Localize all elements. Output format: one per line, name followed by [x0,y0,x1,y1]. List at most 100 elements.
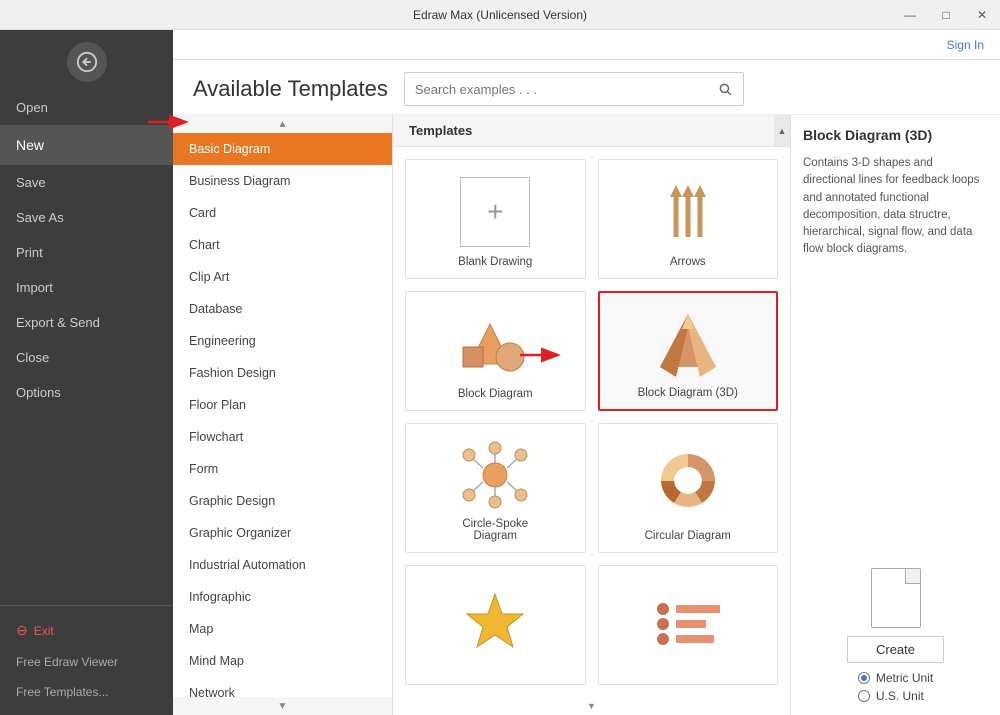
category-item-infographic[interactable]: Infographic [173,581,392,613]
app-container: Open New Save Save As Print Import Expor… [0,30,1000,715]
blank-drawing-icon: + [460,176,530,248]
star-icon [455,582,535,666]
category-item-mindmap[interactable]: Mind Map [173,645,392,677]
content-header: Available Templates [173,60,1000,115]
category-item-database[interactable]: Database [173,293,392,325]
metric-label: Metric Unit [876,671,933,685]
category-item-engineering[interactable]: Engineering [173,325,392,357]
signin-bar: Sign In [173,30,1000,60]
sidebar-item-save[interactable]: Save [0,165,173,200]
category-label: Graphic Design [189,494,275,508]
category-item-basic[interactable]: Basic Diagram [173,133,392,165]
signin-link[interactable]: Sign In [947,38,984,52]
minimize-button[interactable]: — [892,0,928,30]
sidebar-item-close[interactable]: Close [0,340,173,375]
sidebar-item-open[interactable]: Open [0,90,173,125]
options-label: Options [16,385,61,400]
right-panel: Block Diagram (3D) Contains 3-D shapes a… [790,115,1000,715]
sidebar-bottom: ⊖ Exit Free Edraw Viewer Free Templates.… [0,605,173,715]
import-label: Import [16,280,53,295]
category-label: Clip Art [189,270,229,284]
templates-scroll-up[interactable]: ▲ [774,115,790,146]
category-item-fashion[interactable]: Fashion Design [173,357,392,389]
category-label: Database [189,302,243,316]
template-circular[interactable]: Circular Diagram [598,423,779,553]
template-arrows[interactable]: Arrows [598,159,779,279]
exit-label: Exit [34,624,54,638]
category-item-floorplan[interactable]: Floor Plan [173,389,392,421]
print-label: Print [16,245,43,260]
sidebar-item-print[interactable]: Print [0,235,173,270]
category-label: Infographic [189,590,251,604]
template-block-3d[interactable]: Block Diagram (3D) [598,291,779,411]
category-item-business[interactable]: Business Diagram [173,165,392,197]
create-button[interactable]: Create [847,636,944,663]
close-label: Close [16,350,49,365]
category-scroll-up[interactable]: ▲ [173,115,392,133]
category-label: Fashion Design [189,366,276,380]
category-item-flowchart[interactable]: Flowchart [173,421,392,453]
template-bars[interactable] [598,565,779,685]
category-item-form[interactable]: Form [173,453,392,485]
category-item-graphic-design[interactable]: Graphic Design [173,485,392,517]
circle-spoke-icon [455,440,535,510]
template-block-diagram[interactable]: Block Diagram [405,291,586,411]
templates-scroll-down[interactable]: ▼ [587,701,596,711]
window-controls: — □ ✕ [892,0,1000,30]
sidebar-item-free-templates[interactable]: Free Templates... [0,677,173,707]
back-button[interactable] [67,42,107,82]
block-3d-icon [648,309,728,379]
block-diagram-icon [455,308,535,380]
block-diagram-label: Block Diagram [458,388,533,400]
metric-unit-option[interactable]: Metric Unit [858,671,933,685]
sidebar-item-new[interactable]: New [0,125,173,165]
template-star[interactable] [405,565,586,685]
content-area: Sign In Available Templates ▲ [173,30,1000,715]
free-viewer-label: Free Edraw Viewer [16,655,118,669]
category-label: Flowchart [189,430,243,444]
arrows-label: Arrows [670,256,706,268]
category-label: Graphic Organizer [189,526,291,540]
sidebar-item-options[interactable]: Options [0,375,173,410]
sidebar-item-save-as[interactable]: Save As [0,200,173,235]
search-box [404,72,744,106]
category-label: Form [189,462,218,476]
right-panel-title: Block Diagram (3D) [803,127,988,143]
sidebar-item-import[interactable]: Import [0,270,173,305]
search-input[interactable] [405,76,707,103]
app-title: Edraw Max (Unlicensed Version) [413,8,587,22]
sidebar-item-exit[interactable]: ⊖ Exit [0,614,173,647]
category-item-map[interactable]: Map [173,613,392,645]
category-item-chart[interactable]: Chart [173,229,392,261]
template-circle-spoke[interactable]: Circle-SpokeDiagram [405,423,586,553]
us-label: U.S. Unit [876,689,924,703]
category-item-card[interactable]: Card [173,197,392,229]
us-radio[interactable] [858,690,870,702]
templates-grid: + Blank Drawing [393,147,790,697]
category-item-graphic-organizer[interactable]: Graphic Organizer [173,517,392,549]
metric-radio[interactable] [858,672,870,684]
save-label: Save [16,175,46,190]
close-button[interactable]: ✕ [964,0,1000,30]
templates-panel: Templates ▲ + Blank Drawing [393,115,790,715]
sidebar-item-free-viewer[interactable]: Free Edraw Viewer [0,647,173,677]
template-blank[interactable]: + Blank Drawing [405,159,586,279]
sidebar-item-export[interactable]: Export & Send [0,305,173,340]
bars-icon [648,582,728,666]
category-label: Floor Plan [189,398,246,412]
category-list: ▲ Basic Diagram Business Diagram Card Ch… [173,115,393,715]
templates-scroll-down-area: ▼ [393,697,790,715]
category-label: Industrial Automation [189,558,306,572]
search-button[interactable] [707,73,743,105]
category-item-industrial[interactable]: Industrial Automation [173,549,392,581]
create-button-area: Create Metric Unit U.S. Unit [803,568,988,703]
category-label: Map [189,622,213,636]
block-3d-label: Block Diagram (3D) [638,387,738,399]
maximize-button[interactable]: □ [928,0,964,30]
templates-header-label: Templates [409,123,472,138]
category-scroll-down[interactable]: ▼ [173,697,392,715]
us-unit-option[interactable]: U.S. Unit [858,689,933,703]
blank-drawing-label: Blank Drawing [458,256,532,268]
main-split: ▲ Basic Diagram Business Diagram Card Ch… [173,115,1000,715]
category-item-clipart[interactable]: Clip Art [173,261,392,293]
